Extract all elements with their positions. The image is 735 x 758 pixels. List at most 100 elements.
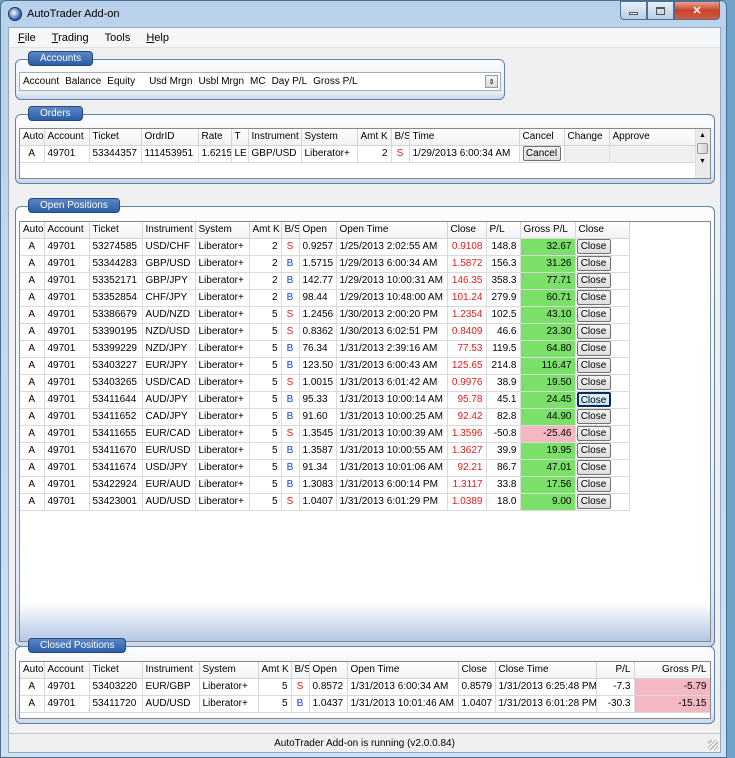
orders-scroll-thumb[interactable] xyxy=(697,143,708,154)
menu-file[interactable]: File xyxy=(11,32,43,44)
open-position-row[interactable]: A 49701 53422924 EUR/AUD Liberator+ 5 B 1.3083 1… xyxy=(20,476,630,494)
accounts-col-gross-pl[interactable]: Gross P/L xyxy=(310,76,360,87)
close-position-button[interactable]: Close xyxy=(576,290,611,305)
orders-col-auto[interactable]: Auto xyxy=(20,129,45,146)
accounts-col-account[interactable]: Account xyxy=(20,76,62,87)
orders-col-cancel[interactable]: Cancel xyxy=(519,129,565,146)
orders-col-ticket[interactable]: Ticket xyxy=(89,129,142,146)
menu-trading[interactable]: Trading xyxy=(45,32,96,44)
accounts-scroll-button[interactable]: ⇕ xyxy=(485,75,498,88)
closed-position-row[interactable]: A 49701 53411720 AUD/USD Liberator+ 5 B 1.0437 1… xyxy=(20,695,710,713)
accounts-col-usd-mrgn[interactable]: Usd Mrgn xyxy=(146,76,195,87)
close-position-button[interactable]: Close xyxy=(576,341,611,356)
open-col-system[interactable]: System xyxy=(195,222,250,239)
open-position-row[interactable]: A 49701 53403227 EUR/JPY Liberator+ 5 B 123.50 1… xyxy=(20,357,630,375)
title-bar[interactable]: AutoTrader Add-on ✕ xyxy=(1,1,726,27)
close-position-button[interactable]: Close xyxy=(576,460,611,475)
open-position-row[interactable]: A 49701 53352854 CHF/JPY Liberator+ 2 B 98.44 1/… xyxy=(20,289,630,307)
open-position-row[interactable]: A 49701 53423001 AUD/USD Liberator+ 5 S 1.0407 1… xyxy=(20,493,630,511)
closed-col-close-time[interactable]: Close Time xyxy=(495,662,597,679)
closed-col-bs[interactable]: B/S xyxy=(291,662,310,679)
close-position-button[interactable]: Close xyxy=(576,409,611,424)
open-col-pl[interactable]: P/L xyxy=(486,222,521,239)
closed-col-open[interactable]: Open xyxy=(309,662,348,679)
closed-col-open-time[interactable]: Open Time xyxy=(347,662,459,679)
orders-scrollbar[interactable]: ▲ ▼ xyxy=(695,129,710,178)
orders-col-amt[interactable]: Amt K xyxy=(357,129,392,146)
close-position-button[interactable]: Close xyxy=(576,375,611,390)
resize-grip-icon[interactable] xyxy=(708,740,718,750)
scroll-up-icon[interactable]: ▲ xyxy=(696,129,709,142)
open-col-auto[interactable]: Auto xyxy=(20,222,45,239)
open-col-instrument[interactable]: Instrument xyxy=(142,222,196,239)
open-col-close-action[interactable]: Close xyxy=(575,222,630,239)
orders-col-system[interactable]: System xyxy=(301,129,358,146)
accounts-col-usbl-mrgn[interactable]: Usbl Mrgn xyxy=(195,76,247,87)
menu-tools[interactable]: Tools xyxy=(98,32,138,44)
closed-col-ticket[interactable]: Ticket xyxy=(89,662,143,679)
open-position-row[interactable]: A 49701 53411670 EUR/USD Liberator+ 5 B 1.3587 1… xyxy=(20,442,630,460)
menu-help[interactable]: Help xyxy=(139,32,176,44)
closed-col-close[interactable]: Close xyxy=(458,662,496,679)
accounts-col-mc[interactable]: MC xyxy=(247,76,269,87)
open-position-row[interactable]: A 49701 53274585 USD/CHF Liberator+ 2 S 0.9257 1… xyxy=(20,238,630,256)
closed-col-amt[interactable]: Amt K xyxy=(258,662,292,679)
closed-position-row[interactable]: A 49701 53403220 EUR/GBP Liberator+ 5 S 0.8572 1… xyxy=(20,678,710,696)
close-position-button[interactable]: Close xyxy=(576,358,611,373)
orders-col-t[interactable]: T xyxy=(231,129,249,146)
maximize-button[interactable] xyxy=(647,1,674,20)
close-position-button[interactable]: Close xyxy=(576,477,611,492)
orders-col-instrument[interactable]: Instrument xyxy=(248,129,302,146)
orders-col-ordrid[interactable]: OrdrID xyxy=(141,129,199,146)
close-position-button[interactable]: Close xyxy=(576,273,611,288)
orders-col-account[interactable]: Account xyxy=(44,129,90,146)
minimize-button[interactable] xyxy=(620,1,647,20)
close-position-button[interactable]: Close xyxy=(576,494,611,509)
open-col-gross-pl[interactable]: Gross P/L xyxy=(520,222,576,239)
closed-col-system[interactable]: System xyxy=(199,662,259,679)
close-position-button[interactable]: Close xyxy=(576,392,611,407)
open-position-row[interactable]: A 49701 53411655 EUR/CAD Liberator+ 5 S 1.3545 1… xyxy=(20,425,630,443)
position-bs: B xyxy=(281,272,300,290)
closed-col-pl[interactable]: P/L xyxy=(596,662,635,679)
open-position-row[interactable]: A 49701 53344283 GBP/USD Liberator+ 2 B 1.5715 1… xyxy=(20,255,630,273)
accounts-col-day-pl[interactable]: Day P/L xyxy=(269,76,311,87)
close-position-button[interactable]: Close xyxy=(576,239,611,254)
open-position-row[interactable]: A 49701 53390195 NZD/USD Liberator+ 5 S 0.8362 1… xyxy=(20,323,630,341)
open-col-open[interactable]: Open xyxy=(299,222,337,239)
open-position-row[interactable]: A 49701 53411644 AUD/JPY Liberator+ 5 B 95.33 1/… xyxy=(20,391,630,409)
closed-col-instrument[interactable]: Instrument xyxy=(142,662,200,679)
closed-col-account[interactable]: Account xyxy=(44,662,90,679)
open-position-row[interactable]: A 49701 53386679 AUD/NZD Liberator+ 5 S 1.2456 1… xyxy=(20,306,630,324)
accounts-col-equity[interactable]: Equity xyxy=(104,76,138,87)
open-position-row[interactable]: A 49701 53403265 USD/CAD Liberator+ 5 S 1.0015 1… xyxy=(20,374,630,392)
open-col-account[interactable]: Account xyxy=(44,222,90,239)
accounts-col-balance[interactable]: Balance xyxy=(62,76,104,87)
position-amt: 5 xyxy=(249,374,282,392)
close-position-button[interactable]: Close xyxy=(576,443,611,458)
open-position-row[interactable]: A 49701 53352171 GBP/JPY Liberator+ 2 B 142.77 1… xyxy=(20,272,630,290)
close-position-button[interactable]: Close xyxy=(576,256,611,271)
orders-col-change[interactable]: Change xyxy=(564,129,610,146)
open-col-amt[interactable]: Amt K xyxy=(249,222,282,239)
close-position-button[interactable]: Close xyxy=(576,426,611,441)
closed-col-auto[interactable]: Auto xyxy=(20,662,45,679)
orders-col-bs[interactable]: B/S xyxy=(391,129,410,146)
close-window-button[interactable]: ✕ xyxy=(674,1,720,20)
orders-col-rate[interactable]: Rate xyxy=(198,129,232,146)
close-position-button[interactable]: Close xyxy=(576,324,611,339)
open-position-row[interactable]: A 49701 53411652 CAD/JPY Liberator+ 5 B 91.60 1/… xyxy=(20,408,630,426)
open-position-row[interactable]: A 49701 53399229 NZD/JPY Liberator+ 5 B 76.34 1/… xyxy=(20,340,630,358)
scroll-down-icon[interactable]: ▼ xyxy=(696,155,709,168)
order-row[interactable]: A 49701 53344357 111453951 1.6215 LE GBP… xyxy=(20,145,697,163)
closed-col-gross-pl[interactable]: Gross P/L xyxy=(634,662,710,679)
open-position-row[interactable]: A 49701 53411674 USD/JPY Liberator+ 5 B 91.34 1/… xyxy=(20,459,630,477)
orders-col-approve[interactable]: Approve xyxy=(609,129,697,146)
open-col-ticket[interactable]: Ticket xyxy=(89,222,143,239)
open-col-bs[interactable]: B/S xyxy=(281,222,300,239)
close-position-button[interactable]: Close xyxy=(576,307,611,322)
order-cancel-button[interactable]: Cancel xyxy=(522,146,561,161)
orders-col-time[interactable]: Time xyxy=(409,129,520,146)
open-col-close[interactable]: Close xyxy=(447,222,487,239)
open-col-open-time[interactable]: Open Time xyxy=(336,222,448,239)
